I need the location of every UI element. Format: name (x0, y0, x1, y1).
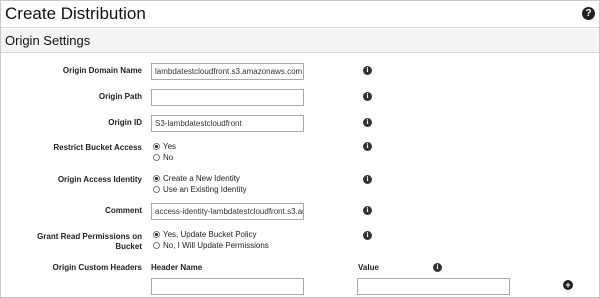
panel-header: Create Distribution ? (1, 1, 599, 28)
header-name-column: Header Name (151, 263, 203, 272)
radio-selected[interactable] (153, 175, 160, 182)
use-existing-identity-label: Use an Existing Identity (163, 185, 247, 194)
origin-path-input[interactable] (151, 89, 304, 106)
use-existing-identity-option[interactable]: Use an Existing Identity (153, 185, 247, 195)
restrict-bucket-access-label: Restrict Bucket Access (53, 143, 142, 152)
origin-id-label: Origin ID (108, 118, 142, 127)
section-header: Origin Settings (1, 29, 599, 53)
update-bucket-policy-label: Yes, Update Bucket Policy (163, 230, 257, 239)
create-new-identity-label: Create a New Identity (163, 174, 240, 183)
radio-unselected[interactable] (153, 154, 160, 161)
grant-read-permissions-label-line1: Grant Read Permissions on (37, 232, 142, 241)
help-icon[interactable]: ? (582, 7, 595, 20)
origin-domain-name-label: Origin Domain Name (62, 66, 142, 75)
radio-unselected[interactable] (153, 186, 160, 193)
info-icon[interactable]: i (363, 118, 372, 127)
info-icon[interactable]: i (433, 263, 442, 272)
restrict-no-option[interactable]: No (153, 153, 173, 163)
info-icon[interactable]: i (363, 66, 372, 75)
header-name-input[interactable] (151, 278, 304, 295)
restrict-yes-option[interactable]: Yes (153, 142, 176, 152)
header-value-input[interactable] (357, 278, 510, 295)
info-icon[interactable]: i (363, 175, 372, 184)
origin-path-label: Origin Path (98, 92, 142, 101)
origin-id-input[interactable]: S3-lambdatestcloudfront (151, 115, 304, 132)
add-header-icon[interactable]: + (563, 280, 573, 290)
info-icon[interactable]: i (363, 206, 372, 215)
comment-input[interactable]: access-identity-lambdatestcloudfront.s3.… (151, 203, 304, 220)
origin-domain-name-input[interactable]: lambdatestcloudfront.s3.amazonaws.com (151, 63, 304, 80)
grant-read-permissions-label: Grant Read Permissions on Bucket (0, 232, 142, 252)
page-title: Create Distribution (5, 4, 146, 23)
value-column: Value (358, 263, 379, 272)
update-bucket-policy-option[interactable]: Yes, Update Bucket Policy (153, 230, 257, 240)
comment-label: Comment (105, 206, 142, 215)
update-permissions-myself-label: No, I Will Update Permissions (163, 241, 269, 250)
info-icon[interactable]: i (363, 142, 372, 151)
info-icon[interactable]: i (363, 231, 372, 240)
restrict-yes-label: Yes (163, 142, 177, 151)
radio-selected[interactable] (153, 143, 160, 150)
update-permissions-myself-option[interactable]: No, I Will Update Permissions (153, 241, 269, 251)
radio-unselected[interactable] (153, 242, 160, 249)
restrict-no-label: No (163, 153, 174, 162)
section-title: Origin Settings (5, 33, 91, 48)
create-new-identity-option[interactable]: Create a New Identity (153, 174, 240, 184)
radio-selected[interactable] (153, 231, 160, 238)
origin-custom-headers-label: Origin Custom Headers (52, 263, 142, 272)
origin-access-identity-label: Origin Access Identity (57, 175, 142, 184)
grant-read-permissions-label-line2: Bucket (115, 242, 142, 251)
info-icon[interactable]: i (363, 92, 372, 101)
